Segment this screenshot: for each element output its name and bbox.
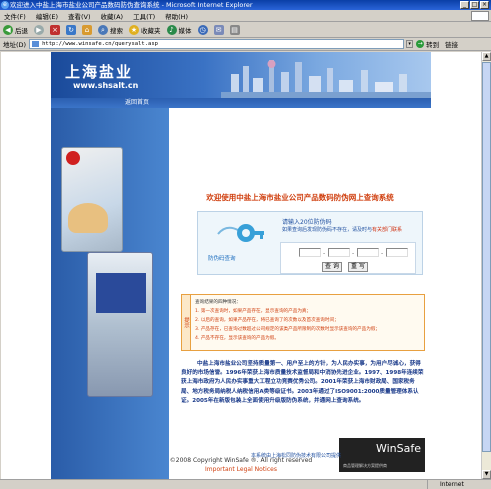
security-zone: Internet — [427, 480, 489, 489]
code-input-3[interactable] — [357, 248, 379, 257]
page-viewport: 上海盐业 www.shsalt.cn 返回首页 欢迎使用中盐上海市盐业公司产品数… — [1, 52, 481, 479]
key-icon — [217, 224, 264, 242]
stop-button[interactable]: × — [50, 24, 60, 35]
print-button[interactable]: ▤ — [229, 24, 240, 35]
media-button[interactable]: ♪ 媒体 — [166, 24, 192, 35]
company-description: 中盐上海市盐业公司坚持质量第一、用户至上的方针，为人民办实事，为用户尽诚心，获得… — [181, 361, 424, 404]
dash-separator: - — [381, 250, 384, 257]
close-button[interactable]: × — [480, 1, 489, 9]
forward-button[interactable]: ▶ — [34, 24, 44, 35]
star-icon: ★ — [129, 24, 139, 35]
browser-window: e 欢迎进入中盐上海市盐业公司产品数码防伪查询系统 - Microsoft In… — [0, 0, 491, 489]
page-headline: 欢迎使用中盐上海市盐业公司产品数码防伪网上查询系统 — [206, 193, 394, 202]
reset-button[interactable]: 重 写 — [348, 262, 368, 272]
mail-icon: ✉ — [213, 24, 224, 35]
site-banner: 上海盐业 www.shsalt.cn — [51, 52, 431, 98]
site-url: www.shsalt.cn — [73, 81, 139, 90]
dash-separator: - — [323, 250, 326, 257]
menu-tools[interactable]: 工具(T) — [133, 11, 155, 21]
toolbar: ◀ 后退 ▶ × ↻ ⌂ ⌕ 搜索 ★ 收藏夹 ♪ 媒体 ◷ ✉ ▤ — [0, 22, 491, 38]
result-notice: 提示 查询结果的四种情况： 1. 第一次查询时，如果产品存在，显示查询的产品为真… — [181, 294, 425, 351]
salt-bag-image — [87, 252, 153, 397]
notice-line: 2. 以后的查询，如果产品存在，将已查询了的次数以及首次查询时间； — [195, 318, 339, 323]
menu-edit[interactable]: 编辑(E) — [36, 11, 58, 21]
winsafe-brand: WinSafe — [375, 442, 421, 455]
menu-favorites[interactable]: 收藏(A) — [101, 11, 124, 21]
code-query-label: 防伪码查询 — [208, 256, 236, 262]
history-button[interactable]: ◷ — [197, 24, 208, 35]
status-bar: Internet — [0, 479, 491, 489]
search-icon: ⌕ — [98, 24, 108, 35]
copyright-text: ©2008 Copyright WinSafe ®. All right res… — [169, 457, 313, 464]
site-logo[interactable]: 上海盐业 — [65, 61, 133, 82]
address-input[interactable]: http://www.winsafe.cn/querysalt.asp — [29, 39, 405, 49]
notice-line: 1. 第一次查询时，如果产品存在，显示查询的产品为真； — [195, 309, 312, 314]
dash-separator: - — [352, 250, 355, 257]
menu-help[interactable]: 帮助(H) — [165, 11, 188, 21]
home-icon: ⌂ — [82, 24, 92, 35]
ie-icon: e — [1, 1, 9, 9]
menu-view[interactable]: 查看(V) — [68, 11, 91, 21]
forward-arrow-icon: ▶ — [34, 24, 44, 35]
notice-title: 查询结果的四种情况： — [195, 300, 241, 305]
links-button[interactable]: 链接 — [445, 39, 458, 49]
refresh-button[interactable]: ↻ — [66, 24, 76, 35]
home-button[interactable]: ⌂ — [82, 24, 92, 35]
go-arrow-icon: → — [416, 40, 425, 48]
scroll-down-icon[interactable]: ▼ — [482, 470, 491, 479]
search-button[interactable]: ⌕ 搜索 — [98, 24, 123, 35]
back-button[interactable]: ◀ 后退 — [3, 24, 28, 35]
address-value: http://www.winsafe.cn/querysalt.asp — [42, 41, 158, 47]
page-icon — [32, 41, 40, 47]
media-icon: ♪ — [166, 24, 177, 35]
code-input-4[interactable] — [386, 248, 408, 257]
code-input-2[interactable] — [328, 248, 350, 257]
notice-line: 3. 产品存在，已查询过数超过公司规定的该类产品所限制的次数时显示该查询的产品为… — [195, 327, 381, 332]
favorites-button[interactable]: ★ 收藏夹 — [129, 24, 161, 35]
query-subhint-text: 如果查询后发现防伪码不存在，请及时与 — [282, 227, 373, 233]
minimize-button[interactable]: _ — [460, 1, 469, 9]
address-bar: 地址(D) http://www.winsafe.cn/querysalt.as… — [0, 38, 491, 51]
scroll-thumb[interactable] — [482, 62, 491, 452]
scroll-up-icon[interactable]: ▲ — [482, 52, 491, 61]
notice-tag: 提示 — [182, 295, 191, 350]
brand-logo-icon — [66, 151, 80, 165]
code-input-area: - - - 查 询 重 写 — [280, 242, 416, 274]
vertical-scrollbar[interactable]: ▲ ▼ — [481, 52, 491, 479]
title-bar: e 欢迎进入中盐上海市盐业公司产品数码防伪查询系统 - Microsoft In… — [0, 0, 491, 10]
go-button[interactable]: → 转到 — [416, 39, 439, 49]
print-icon: ▤ — [229, 24, 240, 35]
back-arrow-icon: ◀ — [3, 24, 13, 35]
mascot-image — [68, 203, 108, 233]
code-input-1[interactable] — [299, 248, 321, 257]
notice-line: 4. 产品不存在，显示该查询的产品为假。 — [195, 336, 279, 341]
address-dropdown-icon[interactable]: ▾ — [406, 40, 414, 48]
maximize-button[interactable]: □ — [470, 1, 479, 9]
query-panel: 请输入20位防伪码 如果查询后发现防伪码不存在，请及时与有关部门联系 防伪码查询… — [197, 211, 423, 275]
nav-strip: 返回首页 — [51, 98, 431, 108]
salt-package-image — [61, 147, 123, 252]
query-subhint-highlight: 有关部门联系 — [372, 227, 403, 233]
window-title: 欢迎进入中盐上海市盐业公司产品数码防伪查询系统 - Microsoft Inte… — [10, 1, 253, 9]
refresh-icon: ↻ — [66, 24, 76, 35]
main-column: 欢迎使用中盐上海市盐业公司产品数码防伪网上查询系统 请输入20位防伪码 如果查询… — [169, 108, 431, 479]
skyline-image — [221, 60, 431, 98]
nav-home-link[interactable]: 返回首页 — [125, 98, 149, 108]
address-label: 地址(D) — [3, 41, 27, 49]
query-subhint: 如果查询后发现防伪码不存在，请及时与有关部门联系 — [282, 226, 402, 233]
menu-bar: 文件(F) 编辑(E) 查看(V) 收藏(A) 工具(T) 帮助(H) — [0, 10, 491, 22]
query-hint: 请输入20位防伪码 — [282, 219, 332, 226]
stop-icon: × — [50, 24, 60, 35]
history-icon: ◷ — [197, 24, 208, 35]
page-footer: ©2008 Copyright WinSafe ®. All right res… — [51, 457, 431, 473]
menu-file[interactable]: 文件(F) — [4, 11, 26, 21]
mail-button[interactable]: ✉ — [213, 24, 224, 35]
internet-zone-label: Internet — [440, 481, 464, 488]
legal-notices-link[interactable]: Important Legal Notices — [51, 466, 431, 473]
submit-button[interactable]: 查 询 — [322, 262, 342, 272]
bag-stripe — [96, 273, 146, 313]
windows-logo-icon — [471, 11, 489, 21]
page-container: 上海盐业 www.shsalt.cn 返回首页 欢迎使用中盐上海市盐业公司产品数… — [51, 52, 431, 479]
